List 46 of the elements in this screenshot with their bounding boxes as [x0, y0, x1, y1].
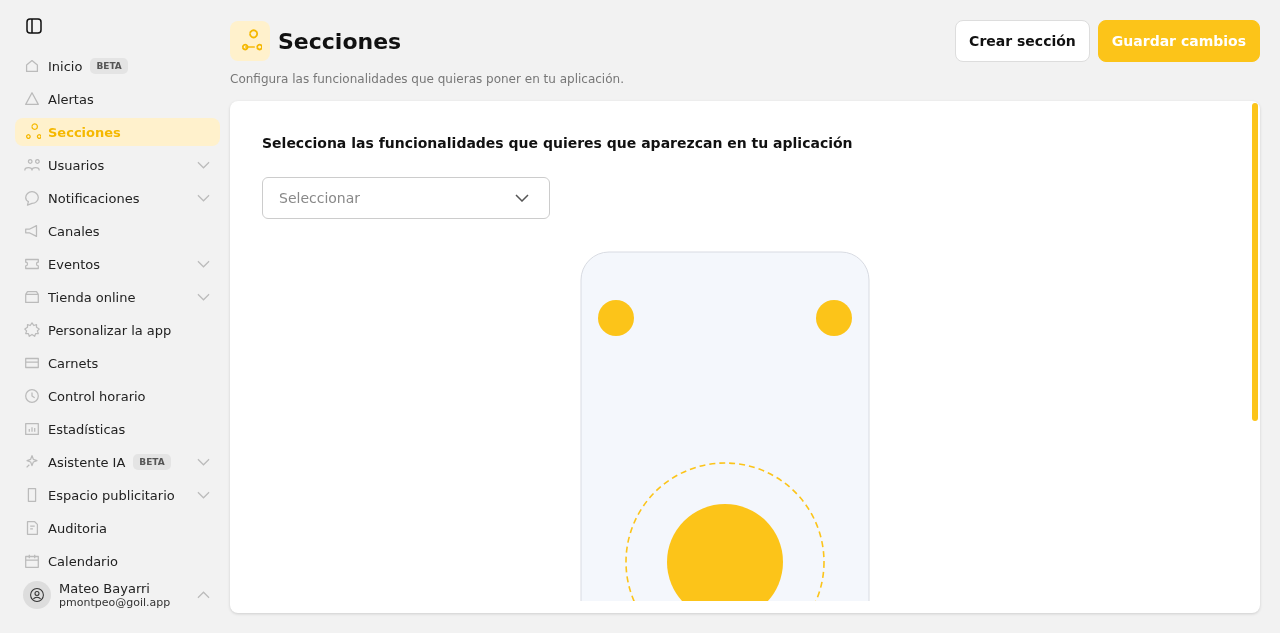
menu-label: Eventos — [48, 256, 100, 272]
beta-badge: BETA — [90, 58, 128, 74]
sidebar-item[interactable]: Usuarios — [15, 151, 220, 179]
chevron-down-icon — [515, 194, 529, 202]
sidebar-item[interactable]: Eventos — [15, 250, 220, 278]
sidebar-item[interactable]: Control horario — [15, 382, 220, 410]
sidebar-item[interactable]: Calendario — [15, 547, 220, 575]
menu-label: Control horario — [48, 388, 146, 404]
menu-label: Estadísticas — [48, 421, 126, 437]
menu-label: Asistente IA — [48, 454, 126, 470]
sidebar-item[interactable]: Inicio BETA — [15, 52, 220, 80]
sidebar-toggle-icon[interactable] — [25, 17, 43, 35]
sidebar-item[interactable]: Estadísticas — [15, 415, 220, 443]
menu-label: Notificaciones — [48, 190, 140, 206]
sidebar-item[interactable]: Tienda online — [15, 283, 220, 311]
card-heading: Selecciona las funcionalidades que quieres que aparezcan en tu aplicación — [262, 135, 854, 151]
menu-label: Canales — [48, 223, 100, 239]
user-email: pmontpeo@goil.app — [59, 596, 171, 609]
page-title: Secciones — [278, 28, 402, 54]
sidebar-item[interactable]: Asistente IA BETA — [15, 448, 220, 476]
create-button[interactable]: Crear sección — [955, 20, 1090, 62]
sidebar-item[interactable]: Notificaciones — [15, 184, 220, 212]
menu-label: Personalizar la app — [48, 322, 172, 338]
menu-label: Calendario — [48, 553, 119, 569]
sidebar-item[interactable]: Personalizar la app — [15, 316, 220, 344]
menu-label: Usuarios — [48, 157, 105, 173]
menu-label: Auditoria — [48, 520, 107, 536]
select-field[interactable]: Seleccionar — [262, 177, 550, 219]
menu-label: Carnets — [48, 355, 99, 371]
sections-icon — [230, 21, 270, 61]
menu-label: Alertas — [48, 91, 94, 107]
sidebar-item[interactable]: Canales — [15, 217, 220, 245]
sidebar-item[interactable]: Auditoria — [15, 514, 220, 542]
user-name: Mateo Bayarri — [59, 581, 151, 596]
menu-label: Espacio publicitario — [48, 487, 175, 503]
menu-label: Secciones — [48, 124, 121, 140]
avatar — [23, 581, 51, 609]
sidebar-item[interactable]: Carnets — [15, 349, 220, 377]
chevron-up-icon[interactable] — [197, 591, 210, 599]
sidebar-item[interactable]: Alertas — [15, 85, 220, 113]
menu-label: Inicio — [48, 58, 83, 74]
menu-label: Tienda online — [48, 289, 136, 305]
scrollbar-thumb[interactable] — [1252, 103, 1258, 421]
sidebar-item[interactable]: Espacio publicitario — [15, 481, 220, 509]
beta-badge: BETA — [133, 454, 171, 470]
page-subtitle: Configura las funcionalidades que quieras poner en tu aplicación. — [230, 72, 625, 86]
